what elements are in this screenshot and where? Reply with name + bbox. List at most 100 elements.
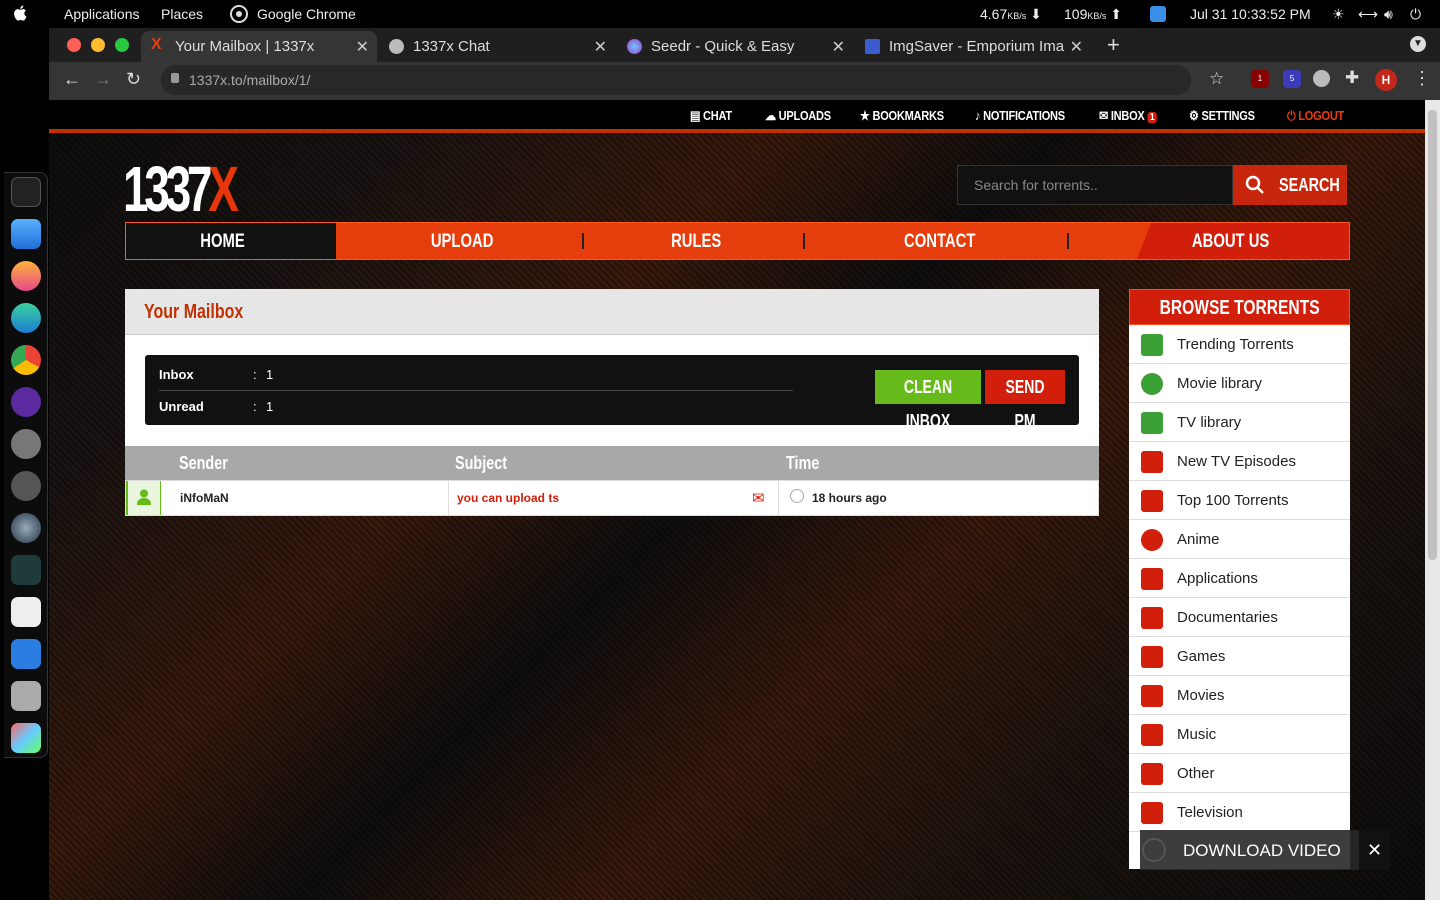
send-pm-button[interactable]: SEND PM: [985, 370, 1065, 431]
qbittorrent-icon[interactable]: [11, 639, 41, 669]
chrome-menu-icon[interactable]: ⋮: [1413, 68, 1431, 89]
tab-search-icon[interactable]: ▼: [1410, 36, 1426, 52]
inbox-count-badge: 1: [1147, 112, 1157, 123]
sidebar-item[interactable]: Other: [1129, 754, 1350, 793]
sidebar-item[interactable]: Documentaries: [1129, 598, 1350, 637]
close-tab-icon[interactable]: ✕: [594, 37, 607, 57]
nav-uploads[interactable]: ☁ UPLOADS: [765, 108, 831, 124]
settings-gear-icon[interactable]: [11, 429, 41, 459]
close-window-button[interactable]: [67, 38, 81, 52]
download-video-label[interactable]: DOWNLOAD VIDEO: [1183, 841, 1341, 861]
forward-button[interactable]: →: [94, 69, 112, 90]
search-input[interactable]: Search for torrents..: [957, 165, 1233, 205]
terminal-icon[interactable]: [11, 177, 41, 207]
sidebar-item[interactable]: Music: [1129, 715, 1350, 754]
nav-separator: [582, 233, 584, 249]
clean-inbox-button[interactable]: CLEAN INBOX: [875, 370, 981, 431]
address-bar[interactable]: 1337x.to/mailbox/1/: [161, 65, 1191, 95]
maximize-window-button[interactable]: [115, 38, 129, 52]
extensions-puzzle-icon[interactable]: ✚: [1345, 68, 1359, 88]
new-tab-button[interactable]: +: [1107, 32, 1120, 58]
page-content: ▤ CHAT ☁ UPLOADS ★ BOOKMARKS ♪ NOTIFICAT…: [49, 100, 1425, 900]
message-sender[interactable]: iNfoMaN: [180, 491, 229, 505]
page-scrollbar[interactable]: [1425, 100, 1440, 900]
close-tab-icon[interactable]: ✕: [832, 37, 845, 57]
tab-seedr[interactable]: Seedr - Quick & Easy ✕: [617, 31, 853, 62]
clapper-icon: [1141, 685, 1163, 707]
scrollbar-thumb[interactable]: [1428, 110, 1437, 560]
nav-bookmarks[interactable]: ★ BOOKMARKS: [860, 108, 944, 124]
mailbox-header: Your Mailbox: [125, 289, 1099, 335]
tray-app-icon[interactable]: [1150, 6, 1166, 22]
disk-utility-icon[interactable]: [11, 681, 41, 711]
sidebar-item-label: TV library: [1177, 414, 1242, 431]
nav-rules[interactable]: RULES: [671, 231, 721, 253]
chrome-dock-icon[interactable]: [11, 345, 41, 375]
tv-icon: [1141, 451, 1163, 473]
reload-button[interactable]: ↻: [126, 69, 141, 90]
nav-separator: [803, 233, 805, 249]
sidebar-item[interactable]: Movies: [1129, 676, 1350, 715]
download-video-overlay[interactable]: DOWNLOAD VIDEO ✕: [1140, 830, 1390, 870]
speedometer-icon[interactable]: [11, 471, 41, 501]
anime-icon: [1141, 529, 1163, 551]
edge-dev-icon[interactable]: [11, 303, 41, 333]
brightness-icon[interactable]: ☀: [1332, 6, 1345, 23]
bookmark-star-icon[interactable]: ☆: [1209, 69, 1224, 89]
close-overlay-button[interactable]: ✕: [1359, 830, 1390, 870]
nav-upload[interactable]: UPLOAD: [431, 231, 494, 253]
sidebar-item[interactable]: Trending Torrents: [1129, 325, 1350, 364]
launchpad-icon[interactable]: [11, 723, 41, 753]
podcast-icon[interactable]: [11, 387, 41, 417]
sidebar-item[interactable]: Top 100 Torrents: [1129, 481, 1350, 520]
vpn-globe-icon[interactable]: [1313, 70, 1330, 87]
seedr-favicon: [627, 39, 642, 54]
nav-chat[interactable]: ▤ CHAT: [690, 108, 732, 124]
volume-icon[interactable]: 🔊︎: [1384, 6, 1393, 23]
nav-about[interactable]: ABOUT US: [1137, 223, 1349, 259]
sidebar-item[interactable]: Games: [1129, 637, 1350, 676]
tab-imgsaver[interactable]: ImgSaver - Emporium Ima ✕: [855, 31, 1091, 62]
sidebar-item[interactable]: Movie library: [1129, 364, 1350, 403]
site-logo[interactable]: 1337X: [123, 152, 239, 226]
mailbox-panel: Your Mailbox Inbox : 1 Unread : 1 CLEAN …: [125, 289, 1099, 516]
network-icon[interactable]: ⟷: [1358, 6, 1378, 23]
download-icon[interactable]: [11, 597, 41, 627]
tab-mailbox[interactable]: X Your Mailbox | 1337x ✕: [141, 31, 377, 62]
close-tab-icon[interactable]: ✕: [1070, 37, 1083, 57]
sidebar-item[interactable]: Applications: [1129, 559, 1350, 598]
sidebar-item-label: Music: [1177, 726, 1217, 743]
nav-settings[interactable]: ⚙ SETTINGS: [1189, 108, 1255, 124]
sidebar-item[interactable]: Television: [1129, 793, 1350, 832]
places-menu[interactable]: Places: [161, 6, 203, 22]
power-icon[interactable]: ⏻: [1410, 6, 1421, 23]
nav-contact[interactable]: CONTACT: [904, 231, 975, 253]
sidebar-item[interactable]: New TV Episodes: [1129, 442, 1350, 481]
close-tab-icon[interactable]: ✕: [356, 37, 369, 57]
nav-logout[interactable]: ⏻ LOGOUT: [1287, 108, 1344, 124]
message-subject[interactable]: you can upload ts: [457, 491, 559, 505]
sidebar-item[interactable]: TV library: [1129, 403, 1350, 442]
tab-chat[interactable]: 1337x Chat ✕: [379, 31, 615, 62]
apple-icon[interactable]: [12, 4, 30, 22]
nav-notifications[interactable]: ♪ NOTIFICATIONS: [975, 108, 1065, 123]
sidebar-item[interactable]: Anime: [1129, 520, 1350, 559]
chrome-app-menu[interactable]: Google Chrome: [257, 6, 356, 22]
firefox-icon[interactable]: [11, 261, 41, 291]
nav-home[interactable]: HOME: [126, 223, 338, 259]
clock[interactable]: Jul 31 10:33:52 PM: [1190, 6, 1311, 22]
minimize-window-button[interactable]: [91, 38, 105, 52]
ublock-icon[interactable]: 1: [1251, 70, 1269, 88]
back-button[interactable]: ←: [63, 69, 81, 90]
finder-icon[interactable]: [11, 219, 41, 249]
search-button[interactable]: SEARCH: [1233, 165, 1347, 205]
extension-badge-icon[interactable]: 5: [1283, 70, 1301, 88]
applications-menu[interactable]: Applications: [64, 6, 140, 22]
nav-inbox[interactable]: ✉ INBOX 1: [1099, 108, 1157, 124]
planet-icon[interactable]: [11, 513, 41, 543]
table-row[interactable]: iNfoMaN you can upload ts ✉ 18 hours ago: [125, 480, 1099, 516]
url-text: 1337x.to/mailbox/1/: [189, 72, 311, 88]
sidebar-item-label: Top 100 Torrents: [1177, 492, 1289, 509]
activity-monitor-icon[interactable]: [11, 555, 41, 585]
profile-avatar[interactable]: H: [1375, 69, 1397, 91]
